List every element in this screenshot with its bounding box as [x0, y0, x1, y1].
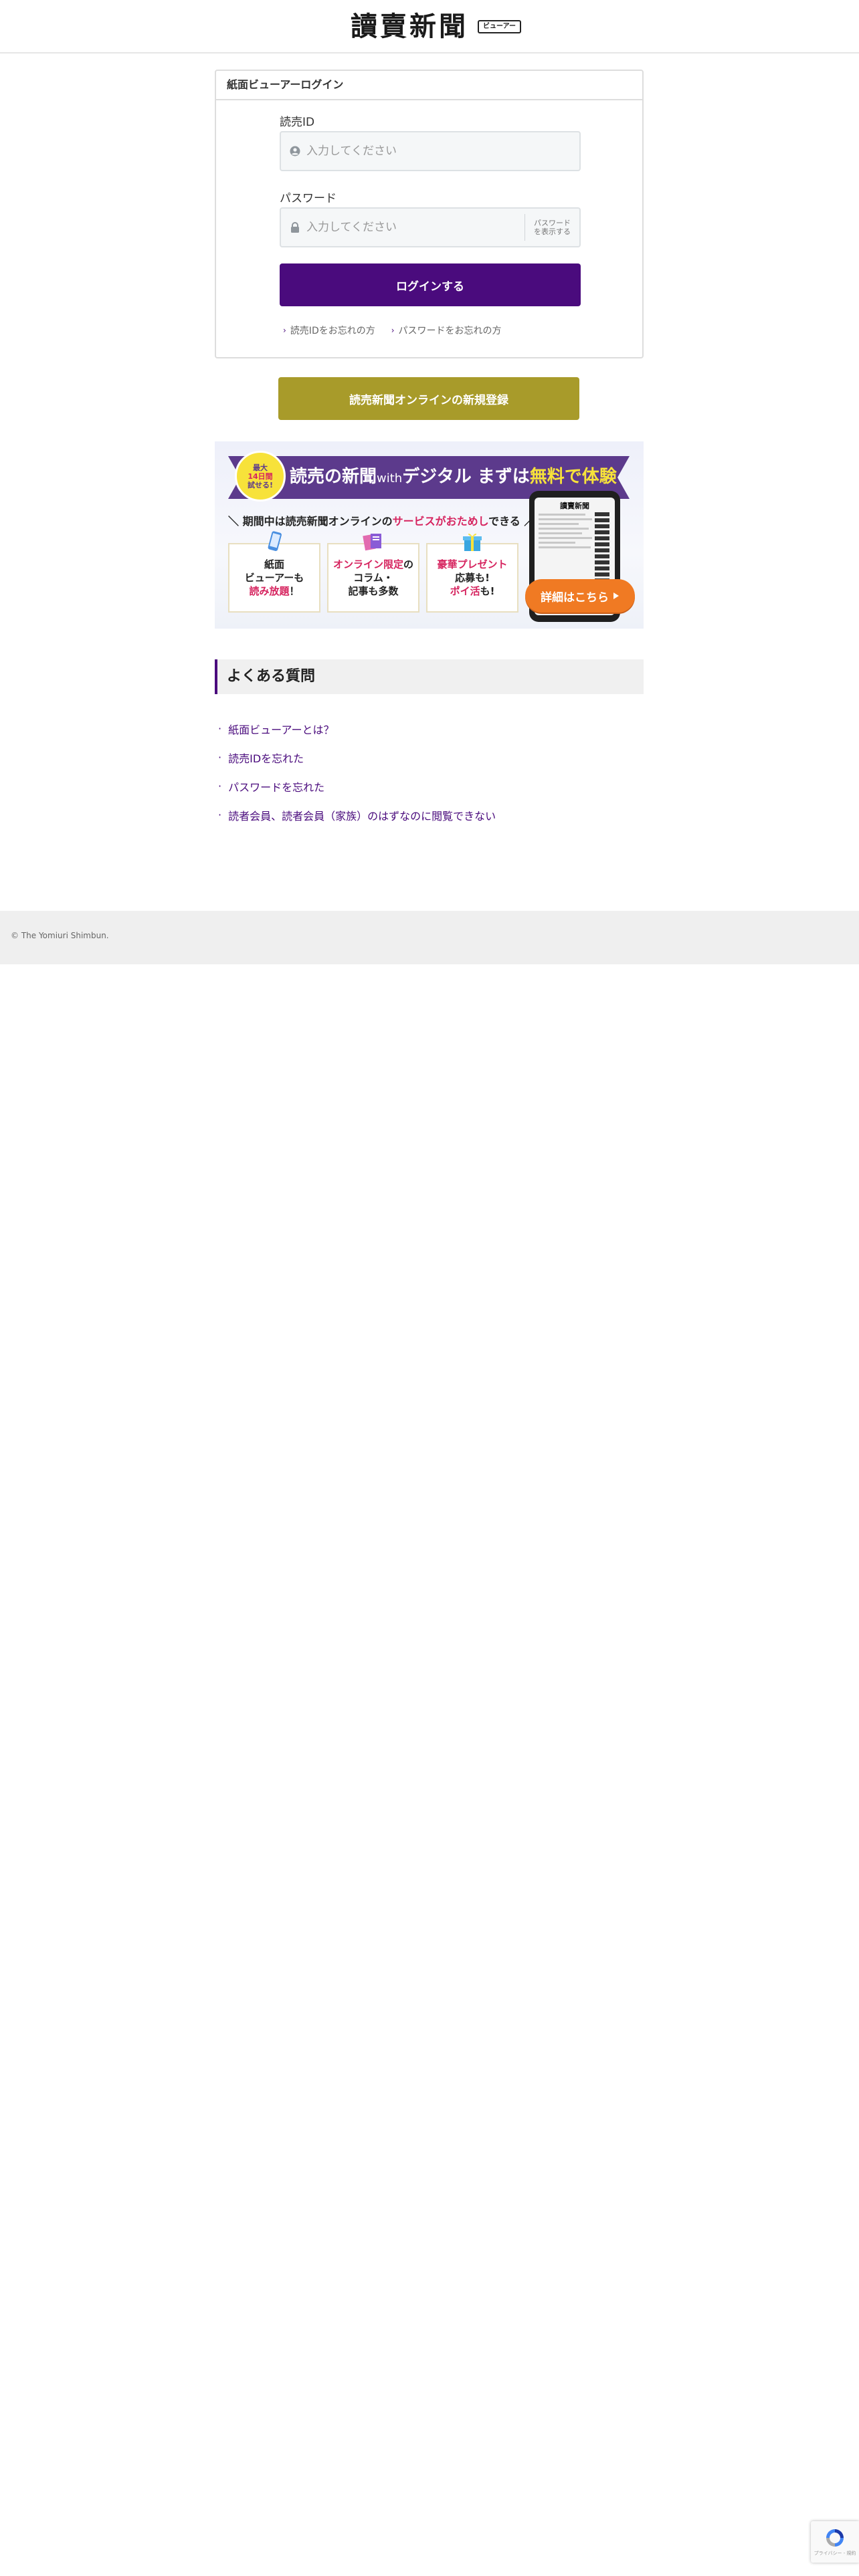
logo-text: 讀賣新聞	[351, 11, 468, 42]
triangle-right-icon	[613, 593, 619, 599]
yomiuri-id-input[interactable]	[306, 132, 579, 170]
recaptcha-logo-icon	[826, 2529, 844, 2547]
feature-online: オンライン限定の コラム・ 記事も多数	[327, 534, 419, 613]
banner-sub-highlight: サービスがおためし	[392, 515, 489, 528]
faq-item: · 読者会員、読者会員（家族）のはずなのに閲覧できない	[218, 800, 496, 829]
site-footer: © The Yomiuri Shimbun.	[0, 911, 859, 964]
banner-sub-prefix: ＼ 期間中は読売新聞オンラインの	[228, 515, 393, 528]
faq-item: · 読売IDを忘れた	[218, 743, 496, 772]
banner-subtitle: ＼ 期間中は読売新聞オンラインのサービスがおためしできる ／	[228, 512, 535, 528]
login-card: 紙面ビューアーログイン 読売ID パスワード パスワード を表示する ログインす…	[215, 70, 644, 358]
show-password-toggle[interactable]: パスワード を表示する	[524, 214, 579, 241]
chevron-right-icon: ›	[391, 326, 395, 335]
documents-icon	[363, 534, 381, 551]
password-field[interactable]: パスワード を表示する	[280, 207, 581, 247]
forgot-id-text: 読売IDをお忘れの方	[290, 326, 375, 336]
yomiuri-id-label: 読売ID	[280, 116, 315, 129]
feature-online-line1: オンライン限定	[332, 558, 403, 570]
details-button[interactable]: 詳細はこちら	[525, 579, 635, 613]
banner-sub-suffix: できる ／	[488, 515, 535, 528]
password-label: パスワード	[280, 192, 337, 205]
smartphone-icon	[268, 531, 282, 551]
bullet-icon: ·	[218, 751, 222, 764]
forgot-links: › 読売IDをお忘れの方 › パスワードをお忘れの方	[283, 324, 502, 337]
banner-title-part2: デジタル まずは	[402, 467, 530, 487]
banner-title-with: with	[377, 471, 403, 486]
badge-line1: 最大	[253, 463, 268, 472]
badge-line3: 試せる!	[247, 480, 274, 490]
forgot-id-link[interactable]: › 読売IDをお忘れの方	[283, 324, 375, 337]
feature-online-line2: コラム・	[353, 572, 393, 584]
viewer-badge: ビューアー	[478, 20, 521, 33]
badge-line2: 14日間	[248, 471, 273, 481]
login-button[interactable]: ログインする	[280, 263, 581, 306]
banner-title-highlight: 無料で体験	[529, 467, 617, 487]
feature-present-line3: ポイ活	[450, 585, 480, 597]
banner-title: 読売の新聞withデジタル まずは無料で体験	[290, 463, 617, 488]
feature-present-line1: 豪華プレゼント	[437, 558, 508, 570]
faq-heading: よくある質問	[215, 659, 644, 695]
recaptcha-badge[interactable]: プライバシー - 規約	[811, 2521, 859, 2563]
faq-item: · パスワードを忘れた	[218, 772, 496, 800]
feature-present-line3b: も!	[480, 585, 495, 597]
banner-title-part1: 読売の新聞	[290, 467, 377, 487]
faq-link-forgot-password[interactable]: パスワードを忘れた	[228, 778, 324, 794]
feature-present: 豪華プレゼント 応募も! ポイ活も!	[426, 533, 518, 613]
lock-icon	[289, 221, 301, 233]
faq-link-cannot-view[interactable]: 読者会員、読者会員（家族）のはずなのに閲覧できない	[228, 807, 496, 823]
feature-viewer-line3b: ！	[289, 585, 300, 597]
recaptcha-terms[interactable]: プライバシー - 規約	[814, 2550, 856, 2557]
password-input[interactable]	[306, 209, 524, 246]
show-password-line1: パスワード	[534, 219, 571, 227]
faq-list: · 紙面ビューアーとは？ · 読売IDを忘れた · パスワードを忘れた · 読者…	[218, 714, 496, 829]
trial-period-badge: 最大 14日間 試せる!	[235, 451, 286, 502]
user-circle-icon	[289, 145, 301, 157]
copyright-text: © The Yomiuri Shimbun.	[11, 931, 109, 940]
details-label: 詳細はこちら	[541, 591, 609, 605]
forgot-password-link[interactable]: › パスワードをお忘れの方	[391, 324, 502, 337]
yomiuri-id-field[interactable]	[280, 131, 581, 171]
site-header: 讀賣新聞 ビューアー	[0, 0, 859, 53]
feature-online-line1b: の	[403, 558, 414, 570]
bullet-icon: ·	[218, 722, 222, 735]
feature-viewer-line3: 読み放題	[249, 585, 290, 597]
faq-link-forgot-id[interactable]: 読売IDを忘れた	[228, 750, 304, 766]
login-card-title: 紙面ビューアーログイン	[216, 71, 642, 100]
bullet-icon: ·	[218, 809, 222, 821]
faq-item: · 紙面ビューアーとは？	[218, 714, 496, 743]
bullet-icon: ·	[218, 780, 222, 792]
site-logo[interactable]: 讀賣新聞 ビューアー	[351, 11, 521, 43]
feature-online-line3: 記事も多数	[348, 585, 399, 597]
feature-present-line2: 応募も!	[455, 572, 490, 584]
feature-viewer-line1: 紙面	[264, 558, 284, 570]
feature-viewer-line2: ビューアーも	[244, 572, 304, 584]
register-button[interactable]: 読売新聞オンラインの新規登録	[278, 377, 579, 420]
faq-link-about-viewer[interactable]: 紙面ビューアーとは？	[228, 721, 334, 737]
trial-banner[interactable]: 最大 14日間 試せる! 読売の新聞withデジタル まずは無料で体験 ＼ 期間…	[215, 441, 644, 629]
gift-icon	[463, 533, 482, 551]
show-password-line2: を表示する	[534, 227, 571, 236]
newspaper-masthead: 讀賣新聞	[560, 502, 589, 510]
chevron-right-icon: ›	[283, 326, 286, 335]
feature-viewer: 紙面 ビューアーも 読み放題！	[228, 531, 320, 613]
forgot-password-text: パスワードをお忘れの方	[398, 326, 502, 336]
